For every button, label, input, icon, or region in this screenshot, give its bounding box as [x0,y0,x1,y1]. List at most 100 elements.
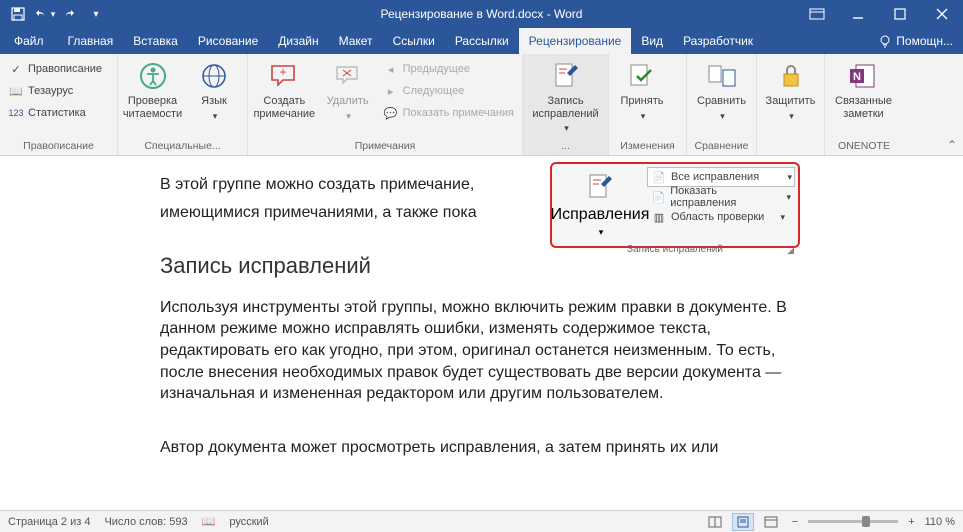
collapse-ribbon-button[interactable]: ⌃ [947,138,957,152]
read-mode-button[interactable] [704,513,726,531]
doc-paragraph: имеющимися примечаниями, а также пока [160,204,477,221]
word-count-label: Статистика [28,107,86,119]
comment-delete-icon [332,60,364,92]
tab-developer[interactable]: Разработчик [673,28,763,54]
callout-group-label: Запись исправлений [627,244,723,255]
word-count-button[interactable]: 123Статистика [4,102,106,124]
svg-text:+: + [280,65,287,79]
onenote-icon: N [847,60,879,92]
ribbon-display-icon[interactable] [803,0,831,28]
new-comment-label: Создать примечание [253,95,315,120]
show-markup-label: Показать исправления [670,185,780,209]
book-icon: 📖 [8,83,24,99]
titlebar: ▾ ▾ Рецензирование в Word.docx - Word [0,0,963,28]
tab-view[interactable]: Вид [631,28,673,54]
callout-track-button[interactable]: Исправления▾ [555,167,645,240]
save-button[interactable] [6,2,30,26]
reviewing-pane-button[interactable]: ▥Область проверки ▾ [647,207,795,227]
doc-paragraph: В этой группе можно создать примечание, [160,176,474,193]
language-indicator[interactable]: русский [229,516,268,528]
prev-comment-label: Предыдущее [403,63,470,75]
check-abc-icon: ✓ [8,61,24,77]
delete-comment-label: Удалить [327,95,369,108]
tab-draw[interactable]: Рисование [188,28,268,54]
comments-icon: 💬 [383,105,399,121]
zoom-in-button[interactable]: + [904,516,918,528]
lock-icon [775,60,807,92]
minimize-button[interactable] [837,0,879,28]
redo-button[interactable] [58,2,82,26]
tell-me[interactable]: Помощн... [878,34,953,48]
qat-customize[interactable]: ▾ [84,2,108,26]
page-indicator[interactable]: Страница 2 из 4 [8,516,90,528]
doc-paragraph: Используя инструменты этой группы, можно… [160,297,803,405]
print-layout-button[interactable] [732,513,754,531]
zoom-slider[interactable] [808,520,898,523]
word-count-indicator[interactable]: Число слов: 593 [104,516,187,528]
next-comment-label: Следующее [403,85,465,97]
accessibility-label: Проверка читаемости [123,95,182,120]
maximize-button[interactable] [879,0,921,28]
protect-label: Защитить [766,95,816,108]
track-changes-label: Запись исправлений [532,95,598,120]
group-changes-label: Изменения [613,138,682,155]
close-button[interactable] [921,0,963,28]
group-comments-label: Примечания [252,138,518,155]
check-accessibility-button[interactable]: Проверка читаемости [122,56,183,122]
page-icon: 📄 [651,189,666,205]
next-comment-button[interactable]: ▸ Следующее [379,80,518,102]
protect-button[interactable]: Защитить▾ [761,56,820,123]
comment-next-icon: ▸ [383,83,399,99]
tab-design[interactable]: Дизайн [268,28,328,54]
linked-notes-button[interactable]: N Связанные заметки [829,56,898,122]
spelling-label: Правописание [28,63,102,75]
book-check-icon: 📖 [202,515,216,528]
proof-indicator[interactable]: 📖 [202,515,216,528]
accept-button[interactable]: Принять▾ [613,56,671,123]
tab-layout[interactable]: Макет [329,28,383,54]
lightbulb-icon [878,34,892,48]
web-layout-button[interactable] [760,513,782,531]
compare-button[interactable]: Сравнить▾ [691,56,752,123]
language-button[interactable]: Язык▾ [185,56,243,123]
group-proofing-label: Правописание [4,138,113,155]
ribbon-tabs: Файл Главная Вставка Рисование Дизайн Ма… [0,28,963,54]
group-accessibility-label: Специальные... [122,138,243,155]
tab-insert[interactable]: Вставка [123,28,188,54]
show-markup-button[interactable]: 📄Показать исправления▾ [647,187,795,207]
svg-text:N: N [854,71,862,83]
zoom-level[interactable]: 110 % [925,516,955,528]
tab-references[interactable]: Ссылки [383,28,445,54]
spelling-button[interactable]: ✓ Правописание [4,58,106,80]
track-changes-button[interactable]: Запись исправлений▾ [527,56,604,136]
show-comments-button[interactable]: 💬Показать примечания [379,102,518,124]
tab-file[interactable]: Файл [0,28,58,54]
callout-track-label: Исправления [551,206,650,224]
linked-notes-label: Связанные заметки [835,95,892,120]
accessibility-icon [137,60,169,92]
zoom-out-button[interactable]: − [788,516,802,528]
dialog-launcher-icon[interactable]: ◢ [787,245,794,256]
new-comment-button[interactable]: + Создать примечание [252,56,317,122]
ribbon: ✓ Правописание 📖 Тезаурус 123Статистика Пр… [0,54,963,156]
comment-add-icon: + [268,60,300,92]
prev-comment-button[interactable]: ◂Предыдущее [379,58,518,80]
tab-home[interactable]: Главная [58,28,124,54]
group-tracking-label: ... [527,138,604,155]
language-label: Язык [201,95,227,108]
delete-comment-button[interactable]: Удалить▾ [319,56,377,123]
document-area[interactable]: В этой группе можно создать примечание, … [0,156,963,510]
tab-review[interactable]: Рецензирование [519,28,632,54]
thesaurus-label: Тезаурус [28,85,73,97]
track-changes-icon [550,60,582,92]
thesaurus-button[interactable]: 📖 Тезаурус [4,80,106,102]
undo-button[interactable]: ▾ [32,2,56,26]
display-for-review-combo[interactable]: 📄Все исправления ▾ [647,167,795,187]
doc-paragraph: Автор документа может просмотреть исправ… [160,437,803,459]
compare-icon [706,60,738,92]
statusbar: Страница 2 из 4 Число слов: 593 📖 русски… [0,510,963,532]
group-compare-label: Сравнение [691,138,752,155]
group-protect-label [761,150,820,155]
group-onenote-label: ONENOTE [829,138,899,155]
tab-mailings[interactable]: Рассылки [445,28,519,54]
